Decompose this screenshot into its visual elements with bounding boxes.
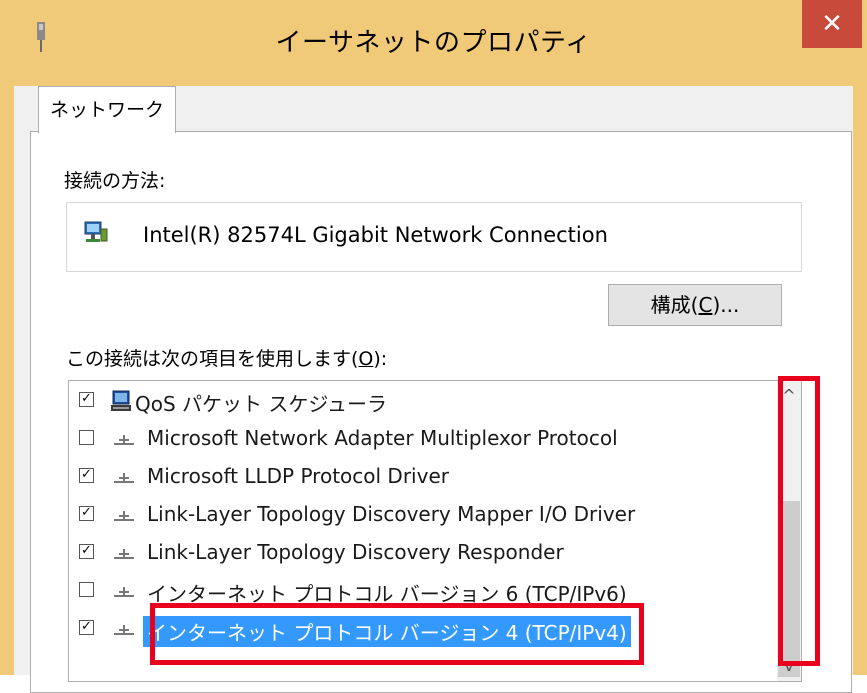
checkbox[interactable] [79,430,94,445]
configure-button-tail: )... [712,293,740,317]
items-label-tail: ): [373,348,388,370]
list-item-label: Microsoft Network Adapter Multiplexor Pr… [147,426,618,450]
list-item-lltd-responder[interactable]: ✓ Link-Layer Topology Discovery Responde… [69,534,777,572]
protocol-icon [114,625,134,635]
list-item-label: QoS パケット スケジューラ [135,392,387,416]
window-frame-right [853,86,867,675]
checkbox[interactable]: ✓ [79,544,94,559]
list-item-lldp[interactable]: ✓ Microsoft LLDP Protocol Driver [69,458,777,496]
protocol-icon [114,587,134,597]
list-item-ipv6[interactable]: インターネット プロトコル バージョン 6 (TCP/IPv6) [69,572,777,610]
scroll-down-button[interactable]: v [777,651,801,681]
list-scrollbar[interactable]: ^ v [777,381,801,681]
connect-using-label: 接続の方法: [64,170,166,192]
protocol-icon [114,511,134,521]
components-list[interactable]: ✓ QoS パケット スケジューラ Microsoft Network Adap… [68,380,802,682]
items-label-accesskey: O [358,348,374,370]
checkbox[interactable]: ✓ [79,506,94,521]
configure-button[interactable]: 構成(C)... [608,284,782,326]
list-item-label: Link-Layer Topology Discovery Responder [147,540,564,564]
list-item-label: インターネット プロトコル バージョン 6 (TCP/IPv6) [147,582,627,606]
adapter-name: Intel(R) 82574L Gigabit Network Connecti… [143,223,608,247]
checkbox[interactable]: ✓ [79,620,94,635]
checkbox[interactable]: ✓ [79,468,94,483]
items-label-text: この接続は次の項目を使用します( [66,348,359,370]
protocol-icon [114,549,134,559]
configure-button-label: 構成( [650,293,699,317]
computer-icon [111,390,131,411]
configure-button-accesskey: C [698,293,713,317]
checkbox[interactable]: ✓ [79,392,94,407]
list-item-ipv4[interactable]: ✓ インターネット プロトコル バージョン 4 (TCP/IPv4) [69,610,777,648]
list-item-lltd-mapper[interactable]: ✓ Link-Layer Topology Discovery Mapper I… [69,496,777,534]
scroll-up-button[interactable]: ^ [777,381,801,411]
items-label: この接続は次の項目を使用します(O): [66,344,387,371]
protocol-icon [114,435,134,445]
list-item-qos[interactable]: ✓ QoS パケット スケジューラ [69,382,777,420]
list-item-label-selected: インターネット プロトコル バージョン 4 (TCP/IPv4) [143,616,631,647]
list-item-multiplexor[interactable]: Microsoft Network Adapter Multiplexor Pr… [69,420,777,458]
network-adapter-icon [84,221,108,242]
close-button[interactable]: ✕ [802,0,862,48]
checkbox[interactable] [79,582,94,597]
scroll-track[interactable] [777,411,801,677]
adapter-box: Intel(R) 82574L Gigabit Network Connecti… [66,202,802,272]
window-title: イーサネットのプロパティ [275,28,592,58]
dialog-client-area: ネットワーク 接続の方法: Intel(R) 82574L Gigabit Ne… [14,86,853,693]
list-item-label: Microsoft LLDP Protocol Driver [147,464,449,488]
list-item-label: Link-Layer Topology Discovery Mapper I/O… [147,502,636,526]
protocol-icon [114,473,134,483]
window-frame-left [0,86,14,675]
title-bar[interactable]: イーサネットのプロパティ ✕ [0,0,867,86]
